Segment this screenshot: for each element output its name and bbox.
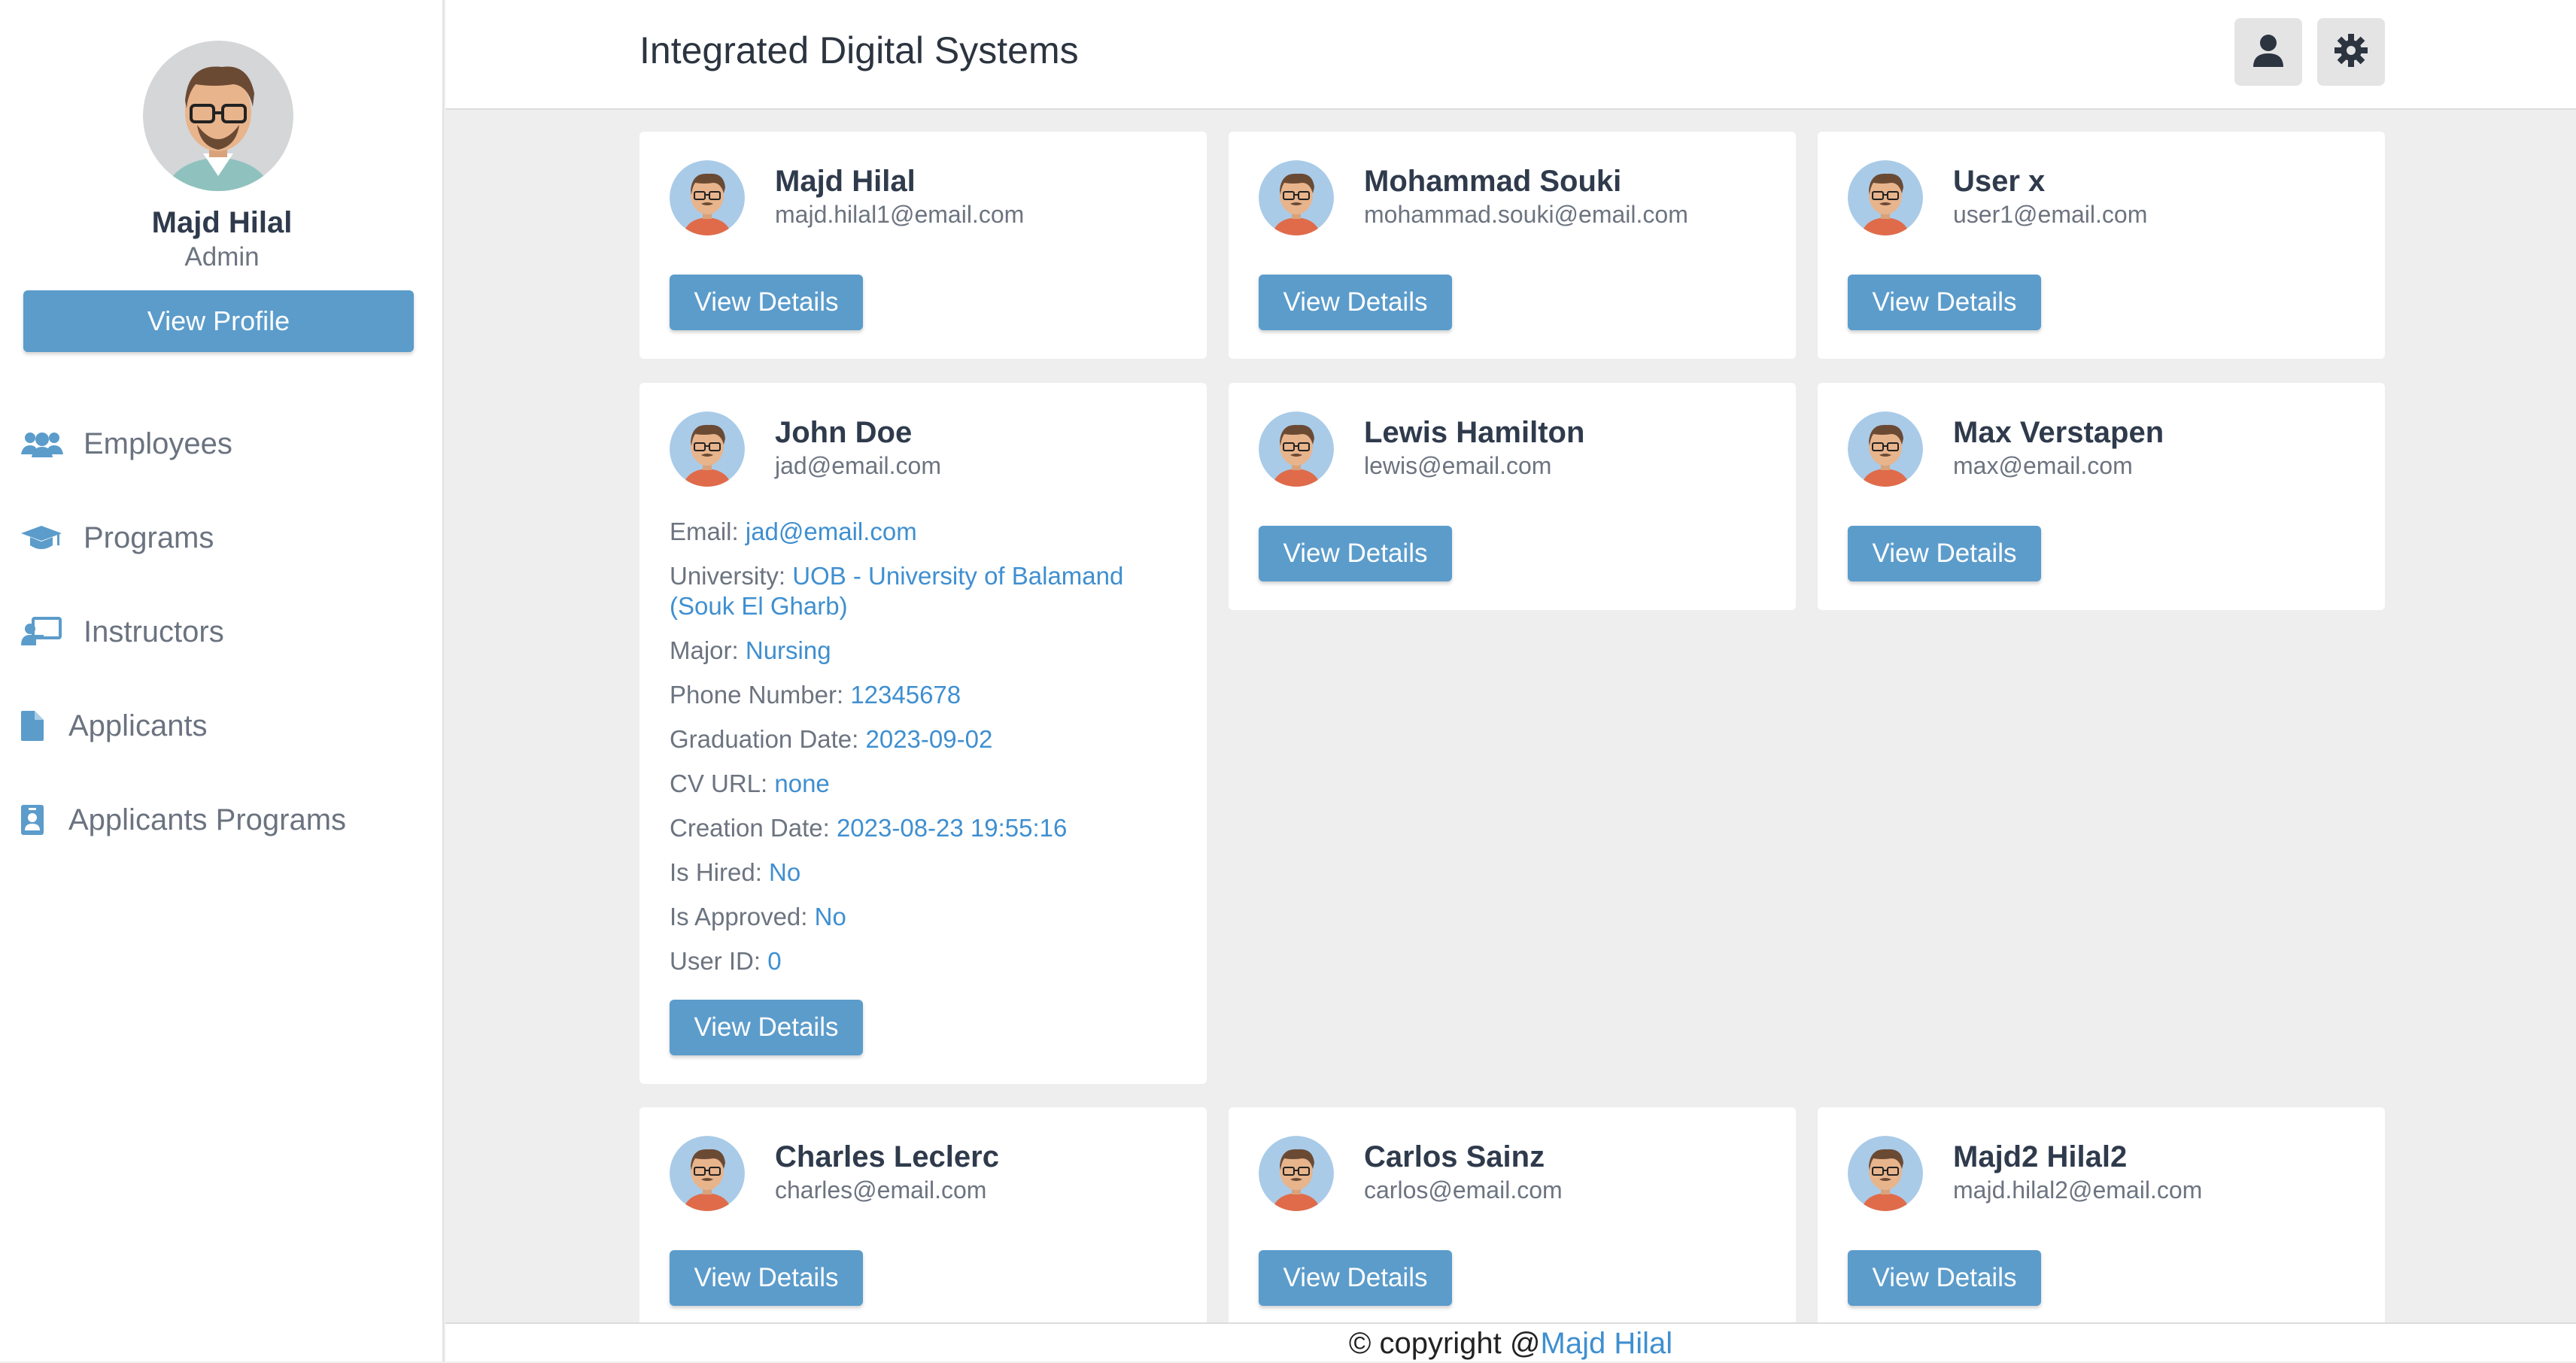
- nav-label-programs: Programs: [84, 521, 214, 554]
- copyright-text: © copyright @: [1348, 1327, 1541, 1360]
- avatar: [1259, 411, 1334, 487]
- user-button[interactable]: [2234, 18, 2302, 86]
- avatar: [1259, 1136, 1334, 1211]
- author-link[interactable]: Majd Hilal: [1541, 1327, 1673, 1360]
- nav-item-programs[interactable]: Programs: [21, 512, 214, 564]
- detail-creation-date: Creation Date: 2023-08-23 19:55:16: [670, 814, 1068, 842]
- top-header: Integrated Digital Systems: [445, 0, 2576, 110]
- sidebar: Majd Hilal Admin View Profile Employees …: [0, 0, 444, 1361]
- employee-name: User x: [1953, 165, 2046, 198]
- employee-name: Max Verstapen: [1953, 416, 2164, 449]
- nav-label-applicants: Applicants: [68, 709, 208, 742]
- employee-email: charles@email.com: [775, 1176, 987, 1204]
- app-title: Integrated Digital Systems: [639, 29, 1079, 71]
- employee-email: mohammad.souki@email.com: [1364, 201, 1688, 228]
- users-icon: [21, 427, 65, 460]
- detail-major: Major: Nursing: [670, 636, 831, 664]
- employee-card: Max Verstapen max@email.com View Details: [1818, 383, 2385, 610]
- employee-card: User x user1@email.com View Details: [1818, 132, 2385, 359]
- view-details-button[interactable]: View Details: [1848, 1250, 2041, 1306]
- profile-name: Majd Hilal: [151, 206, 293, 239]
- nav-item-employees[interactable]: Employees: [21, 417, 232, 470]
- view-details-button[interactable]: View Details: [1259, 526, 1452, 581]
- employee-email: majd.hilal1@email.com: [775, 201, 1025, 228]
- avatar: [1848, 1136, 1923, 1211]
- detail-university: University: UOB - University of Balamand…: [670, 562, 1124, 620]
- view-details-button[interactable]: View Details: [1259, 275, 1452, 330]
- detail-graduation-date: Graduation Date: 2023-09-02: [670, 725, 993, 753]
- employee-card: Carlos Sainz carlos@email.com View Detai…: [1229, 1107, 1796, 1334]
- nav-item-applicants-programs[interactable]: Applicants Programs: [21, 794, 346, 846]
- avatar: [670, 160, 745, 235]
- graduation-cap-icon: [21, 521, 65, 554]
- nav-label-applicants-programs: Applicants Programs: [68, 803, 347, 836]
- employee-name: Charles Leclerc: [775, 1140, 999, 1173]
- nav-label-instructors: Instructors: [84, 615, 224, 648]
- employee-card: Majd Hilal majd.hilal1@email.com View De…: [639, 132, 1207, 359]
- file-icon: [21, 709, 50, 742]
- employee-email: majd.hilal2@email.com: [1953, 1176, 2203, 1204]
- profile-avatar: [143, 41, 293, 191]
- avatar: [1259, 160, 1334, 235]
- view-details-button[interactable]: View Details: [1848, 275, 2041, 330]
- detail-user-id: User ID: 0: [670, 947, 782, 975]
- gear-icon: [2334, 33, 2368, 71]
- avatar: [1848, 160, 1923, 235]
- avatar: [1848, 411, 1923, 487]
- employee-email: max@email.com: [1953, 452, 2133, 479]
- nav-label-employees: Employees: [84, 427, 232, 460]
- detail-email: Email: jad@email.com: [670, 518, 917, 545]
- avatar: [670, 411, 745, 487]
- employee-email: lewis@email.com: [1364, 452, 1552, 479]
- nav-item-applicants[interactable]: Applicants: [21, 700, 208, 752]
- employee-name: Majd Hilal: [775, 165, 916, 198]
- view-details-button[interactable]: View Details: [670, 275, 863, 330]
- employee-name: Mohammad Souki: [1364, 165, 1622, 198]
- employee-card-expanded: John Doe jad@email.com Email: jad@email.…: [639, 383, 1207, 1084]
- view-details-button[interactable]: View Details: [1848, 526, 2041, 581]
- profile-role: Admin: [184, 242, 260, 272]
- id-badge-icon: [21, 803, 50, 836]
- employee-card: Majd2 Hilal2 majd.hilal2@email.com View …: [1818, 1107, 2385, 1334]
- footer: © copyright @Majd Hilal: [445, 1322, 2576, 1361]
- employee-details: Email: jad@email.com University: UOB - U…: [670, 517, 1181, 991]
- detail-is-hired: Is Hired: No: [670, 858, 801, 886]
- employee-name: Lewis Hamilton: [1364, 416, 1585, 449]
- view-details-button[interactable]: View Details: [670, 1250, 863, 1306]
- detail-is-approved: Is Approved: No: [670, 903, 846, 930]
- nav-item-instructors[interactable]: Instructors: [21, 606, 224, 658]
- user-icon: [2253, 34, 2283, 71]
- view-profile-button[interactable]: View Profile: [23, 290, 414, 352]
- view-details-button[interactable]: View Details: [1259, 1250, 1452, 1306]
- employee-card: Charles Leclerc charles@email.com View D…: [639, 1107, 1207, 1334]
- avatar: [670, 1136, 745, 1211]
- employee-email: carlos@email.com: [1364, 1176, 1563, 1204]
- employee-email: jad@email.com: [775, 452, 941, 479]
- settings-button[interactable]: [2317, 18, 2385, 86]
- chalkboard-teacher-icon: [21, 615, 65, 648]
- employee-name: Majd2 Hilal2: [1953, 1140, 2128, 1173]
- employee-name: Carlos Sainz: [1364, 1140, 1545, 1173]
- employee-name: John Doe: [775, 416, 913, 449]
- detail-cv-url: CV URL: none: [670, 770, 830, 797]
- employee-card: Lewis Hamilton lewis@email.com View Deta…: [1229, 383, 1796, 610]
- employee-card: Mohammad Souki mohammad.souki@email.com …: [1229, 132, 1796, 359]
- employee-email: user1@email.com: [1953, 201, 2148, 228]
- detail-phone: Phone Number: 12345678: [670, 681, 961, 709]
- view-details-button[interactable]: View Details: [670, 1000, 863, 1055]
